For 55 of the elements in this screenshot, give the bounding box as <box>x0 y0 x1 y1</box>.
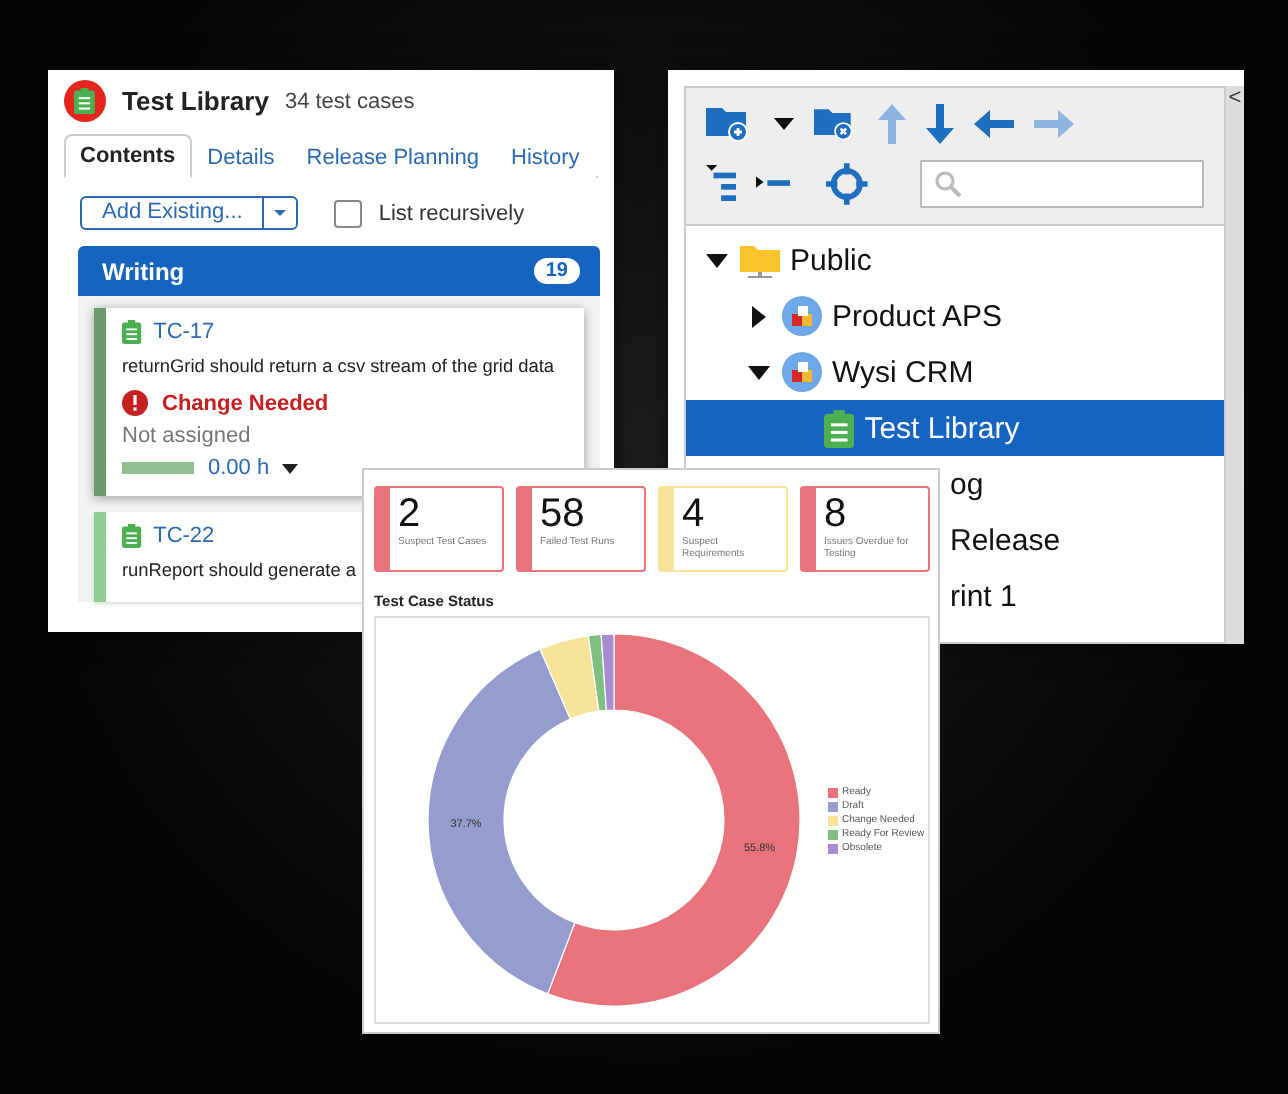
remove-folder-icon[interactable] <box>814 104 858 144</box>
hours-dropdown[interactable]: 0.00 h <box>208 456 298 480</box>
assignee-text: Not assigned <box>122 424 253 448</box>
tree-item[interactable]: og <box>950 467 984 501</box>
expand-all-icon[interactable] <box>706 164 737 204</box>
project-icon <box>782 352 822 392</box>
alert-icon <box>122 390 148 416</box>
project-icon <box>782 296 822 336</box>
tree-item[interactable]: Public <box>686 232 1224 288</box>
stat-value: 4 <box>682 492 707 536</box>
clipboard-icon <box>122 524 142 548</box>
checkbox-label: List recursively <box>378 201 525 225</box>
collapse-toggle[interactable]: < <box>1226 86 1244 644</box>
folder-icon <box>740 242 780 278</box>
checkbox[interactable] <box>334 199 363 227</box>
tree-item[interactable]: rint 1 <box>950 579 1017 613</box>
down-arrow-icon[interactable] <box>926 104 954 144</box>
tree-item[interactable]: Release <box>950 523 1061 557</box>
caret-icon[interactable] <box>774 118 794 130</box>
clipboard-icon <box>824 409 855 447</box>
legend-swatch-icon <box>828 815 838 825</box>
legend-swatch-icon <box>828 787 838 797</box>
stat-value: 8 <box>824 492 849 536</box>
test-case-count: 34 test cases <box>284 89 415 113</box>
expander-icon[interactable] <box>705 249 727 271</box>
search-field[interactable] <box>919 160 1204 208</box>
expander-icon[interactable] <box>747 305 769 327</box>
locate-icon[interactable] <box>826 162 868 206</box>
tab[interactable]: Contents <box>64 134 192 178</box>
group-title: Writing <box>102 257 185 285</box>
test-case-card[interactable]: TC-17 returnGrid should return a csv stream of the grid data Change Needed Not assigned 0.00 h <box>94 308 584 496</box>
status-text: Change Needed <box>162 391 329 415</box>
add-existing-button[interactable]: Add Existing... <box>80 196 299 230</box>
clipboard-icon <box>74 88 96 114</box>
left-arrow-icon[interactable] <box>974 110 1014 138</box>
effort-bar <box>122 462 194 474</box>
test-case-title: runReport should generate a <box>122 558 356 584</box>
tree-item[interactable]: Product APS <box>686 288 1224 344</box>
test-case-link[interactable]: TC-17 <box>153 320 215 344</box>
collapse-all-icon[interactable] <box>756 176 791 192</box>
tree-item[interactable]: Wysi CRM <box>686 344 1224 400</box>
expander-icon[interactable] <box>747 361 769 383</box>
test-case-title: returnGrid should return a csv stream of the grid data <box>122 354 555 380</box>
caret-icon[interactable] <box>281 463 298 473</box>
window-title: Test Library <box>122 86 269 116</box>
legend-swatch-icon <box>828 843 838 853</box>
tree-item[interactable]: Test Library <box>686 400 1224 456</box>
legend-swatch-icon <box>828 829 838 839</box>
test-case-link[interactable]: TC-22 <box>153 524 215 548</box>
new-folder-icon[interactable] <box>706 104 754 144</box>
clipboard-icon <box>122 320 142 344</box>
tab[interactable]: Details <box>191 136 291 178</box>
search-icon <box>933 170 962 198</box>
group-count: 19 <box>533 258 580 284</box>
legend-swatch-icon <box>828 801 838 811</box>
